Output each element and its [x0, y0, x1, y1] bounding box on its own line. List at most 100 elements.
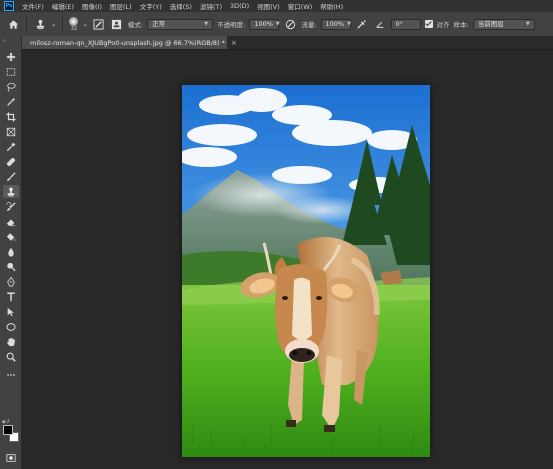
dodge-tool[interactable]: [3, 260, 19, 273]
pen-tool[interactable]: [3, 275, 19, 288]
clone-stamp-tool[interactable]: [3, 185, 19, 198]
menu-3d[interactable]: 3D(D): [226, 2, 253, 10]
cow-photo: [182, 85, 430, 457]
brush-panel-icon: [93, 18, 104, 30]
angle-value: 0°: [395, 19, 403, 28]
document-workspace: [22, 50, 553, 469]
menu-image[interactable]: 图像(I): [78, 1, 106, 11]
quick-mask-icon: [6, 453, 16, 462]
airbrush-icon: [357, 19, 366, 29]
chevron-down-icon: ▼: [275, 20, 280, 27]
magic-wand-tool[interactable]: [3, 95, 19, 108]
menu-file[interactable]: 文件(F): [18, 1, 48, 11]
brush-preset-picker[interactable]: 32: [69, 16, 79, 32]
eyedropper-icon: [6, 142, 16, 151]
crop-tool[interactable]: [3, 110, 19, 123]
healing-brush-tool[interactable]: [3, 155, 19, 168]
menu-layer[interactable]: 图层(L): [106, 1, 136, 11]
history-brush-icon: [6, 201, 16, 211]
document-tab-strip: milosz-roman-qn_XJUBgPo0-unsplash.jpg @ …: [22, 36, 553, 50]
flow-field[interactable]: 100% ▼: [320, 18, 351, 30]
mode-dropdown[interactable]: 正常 ▼: [147, 18, 214, 30]
chevron-down-icon: ▼: [347, 20, 351, 27]
eyedropper-tool[interactable]: [3, 140, 19, 153]
separator: [62, 16, 64, 32]
eraser-tool[interactable]: [3, 215, 19, 228]
opacity-field[interactable]: 100% ▼: [249, 18, 280, 30]
menu-view[interactable]: 视图(V): [253, 1, 284, 11]
brush-settings-button[interactable]: [92, 17, 106, 31]
clone-stamp-icon: [7, 187, 15, 196]
mode-label: 模式:: [127, 21, 144, 29]
pressure-opacity-button[interactable]: [283, 17, 297, 31]
ellipse-tool[interactable]: [3, 320, 19, 333]
frame-icon: [6, 127, 16, 136]
menu-type[interactable]: 文字(Y): [136, 1, 166, 11]
path-selection-icon: [7, 307, 14, 316]
home-button[interactable]: [6, 17, 20, 31]
angle-field[interactable]: 0°: [390, 18, 421, 30]
aligned-label: 对齐: [436, 21, 450, 29]
hand-icon: [7, 337, 16, 346]
menu-select[interactable]: 选择(S): [166, 1, 196, 11]
foreground-color[interactable]: [3, 425, 13, 435]
brush-tool[interactable]: [3, 170, 19, 183]
sample-dropdown[interactable]: 当前图层 ▼: [472, 18, 535, 30]
brush-size: 32: [70, 25, 78, 32]
pressure-icon: [285, 19, 295, 29]
opacity-label: 不透明度:: [217, 21, 246, 29]
menu-filter[interactable]: 滤镜(T): [196, 1, 226, 11]
path-selection-tool[interactable]: [3, 305, 19, 318]
clone-source-button[interactable]: [110, 17, 124, 31]
panel-collapse-icon[interactable]: »: [3, 39, 19, 44]
marquee-tool[interactable]: [3, 65, 19, 78]
chevron-down-icon: ▼: [525, 20, 530, 27]
chevron-down-icon[interactable]: ⌄: [82, 20, 87, 28]
close-icon[interactable]: ×: [231, 39, 237, 47]
hand-tool[interactable]: [3, 335, 19, 348]
crop-icon: [6, 111, 16, 122]
move-icon: [6, 51, 16, 62]
flow-value: 100%: [325, 19, 345, 28]
brush-icon: [6, 171, 16, 181]
menu-help[interactable]: 帮助(H): [316, 1, 347, 11]
mode-value: 正常: [152, 19, 166, 28]
aligned-checkbox[interactable]: [424, 20, 433, 28]
separator: [26, 16, 27, 32]
options-bar: ⌄ 32 ⌄ 模式: 正常 ▼ 不透明度: 100% ▼ 流量: 100% ▼ …: [0, 12, 553, 36]
color-swatches: [3, 425, 21, 445]
ellipsis-icon: [7, 373, 15, 376]
clone-source-icon: [112, 19, 122, 29]
healing-brush-icon: [6, 157, 16, 166]
brush-tip-icon: [69, 16, 79, 26]
menu-window[interactable]: 窗口(W): [284, 1, 317, 11]
lasso-tool[interactable]: [3, 80, 19, 93]
chevron-down-icon[interactable]: ⌄: [51, 20, 56, 28]
sample-label: 样本:: [453, 21, 469, 29]
paint-bucket-icon: [6, 232, 16, 241]
more-tools-button[interactable]: [3, 368, 19, 381]
frame-tool[interactable]: [3, 125, 19, 138]
move-tool[interactable]: [3, 50, 19, 63]
ellipse-icon: [6, 322, 16, 331]
blur-tool[interactable]: [3, 245, 19, 258]
tool-preset-picker[interactable]: [33, 17, 47, 31]
zoom-tool[interactable]: [3, 350, 19, 363]
pen-icon: [7, 276, 15, 287]
quick-mask-button[interactable]: [3, 451, 19, 464]
document-tab[interactable]: milosz-roman-qn_XJUBgPo0-unsplash.jpg @ …: [22, 36, 237, 49]
history-brush-tool[interactable]: [3, 200, 19, 213]
menu-edit[interactable]: 编辑(E): [48, 1, 78, 11]
document-canvas[interactable]: [182, 85, 430, 457]
airbrush-button[interactable]: [355, 17, 369, 31]
sample-value: 当前图层: [477, 19, 504, 28]
eraser-icon: [6, 219, 16, 226]
zoom-icon: [6, 352, 16, 362]
paint-bucket-tool[interactable]: [3, 230, 19, 243]
document-tab-title: milosz-roman-qn_XJUBgPo0-unsplash.jpg @ …: [30, 38, 225, 47]
type-tool[interactable]: [3, 290, 19, 303]
photoshop-logo[interactable]: Ps: [4, 1, 14, 11]
dodge-icon: [7, 262, 16, 271]
flow-label: 流量:: [301, 21, 317, 29]
home-icon: [8, 19, 18, 29]
